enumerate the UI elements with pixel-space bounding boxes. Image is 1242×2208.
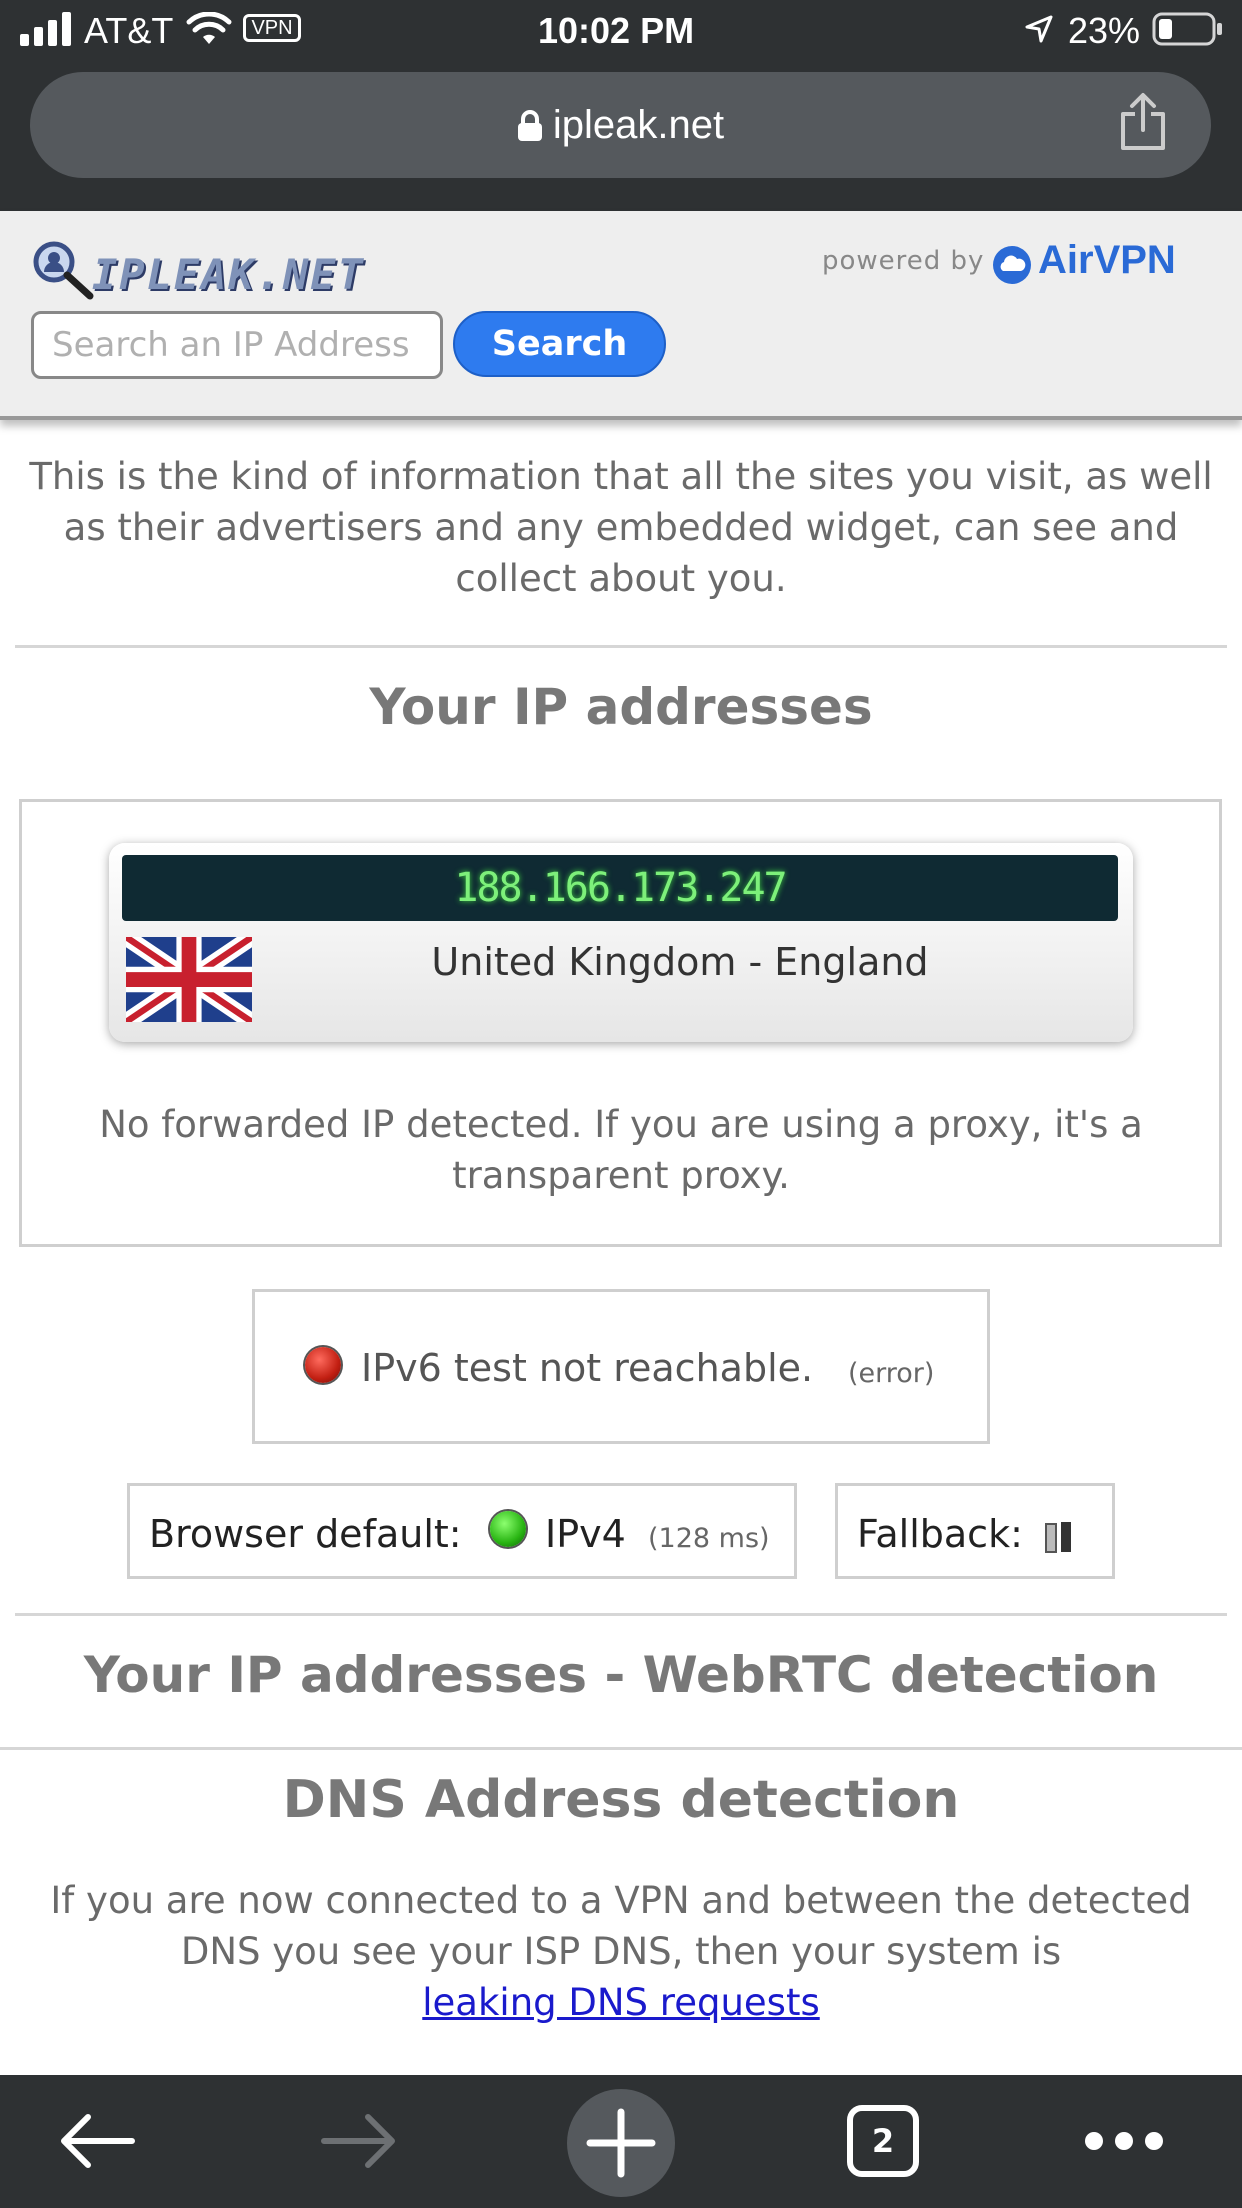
ipv6-status: IPv6 test not reachable. xyxy=(361,1346,814,1390)
signal-icon xyxy=(20,12,71,46)
ip-address-display: 188.166.173.247 xyxy=(122,855,1118,921)
share-icon[interactable] xyxy=(1118,92,1168,152)
url-field[interactable]: ipleak.net xyxy=(30,72,1211,178)
location-arrow-icon xyxy=(1025,15,1053,43)
loading-bars-icon xyxy=(1045,1522,1071,1553)
wifi-icon xyxy=(186,12,232,44)
back-icon[interactable] xyxy=(58,2111,136,2171)
ipv6-error-label: (error) xyxy=(848,1358,935,1389)
lock-icon xyxy=(517,110,542,141)
dns-description: If you are now connected to a VPN and be… xyxy=(30,1875,1212,2028)
more-icon[interactable] xyxy=(1082,2126,1166,2156)
ipv4-label: IPv4 xyxy=(545,1512,626,1556)
ok-status-dot xyxy=(490,1511,526,1547)
url-text: ipleak.net xyxy=(552,103,725,147)
battery-icon xyxy=(1152,12,1222,46)
fallback-label: Fallback: xyxy=(857,1512,1023,1556)
uk-flag-icon xyxy=(126,937,252,1022)
divider xyxy=(15,1613,1227,1616)
forwarded-ip-note: No forwarded IP detected. If you are usi… xyxy=(99,1103,1143,1197)
tab-count: 2 xyxy=(871,2122,895,2160)
new-tab-icon[interactable] xyxy=(566,2088,676,2198)
powered-by-label: powered by xyxy=(822,246,985,276)
clock: 10:02 PM xyxy=(538,10,695,51)
carrier-label: AT&T xyxy=(84,10,174,51)
search-button[interactable]: Search xyxy=(453,311,666,377)
airvpn-brand[interactable]: AirVPN xyxy=(1038,238,1176,283)
ip-location: United Kingdom - England xyxy=(431,940,929,984)
divider xyxy=(15,645,1227,648)
leaking-dns-link[interactable]: leaking DNS requests xyxy=(422,1981,819,2024)
ipv4-latency: (128 ms) xyxy=(648,1523,770,1554)
divider xyxy=(0,1747,1242,1750)
browser-default-label: Browser default: xyxy=(149,1512,462,1556)
search-input[interactable] xyxy=(31,311,443,379)
site-logo[interactable]: IPLEAK.NET xyxy=(92,250,365,299)
ip-section-title: Your IP addresses xyxy=(369,678,873,736)
dns-section-title: DNS Address detection xyxy=(282,1770,960,1830)
airvpn-cloud-icon xyxy=(993,246,1031,284)
vpn-badge: VPN xyxy=(243,14,301,42)
forward-icon[interactable] xyxy=(320,2111,398,2171)
intro-text: This is the kind of information that all… xyxy=(29,455,1213,600)
battery-percent: 23% xyxy=(1068,10,1141,51)
address-bar[interactable]: ipleak.net xyxy=(30,72,1211,178)
dns-description-text: If you are now connected to a VPN and be… xyxy=(50,1879,1192,1973)
magnifier-logo-icon xyxy=(33,241,94,300)
webrtc-section-title: Your IP addresses - WebRTC detection xyxy=(83,1646,1159,1704)
error-status-dot xyxy=(305,1347,341,1383)
